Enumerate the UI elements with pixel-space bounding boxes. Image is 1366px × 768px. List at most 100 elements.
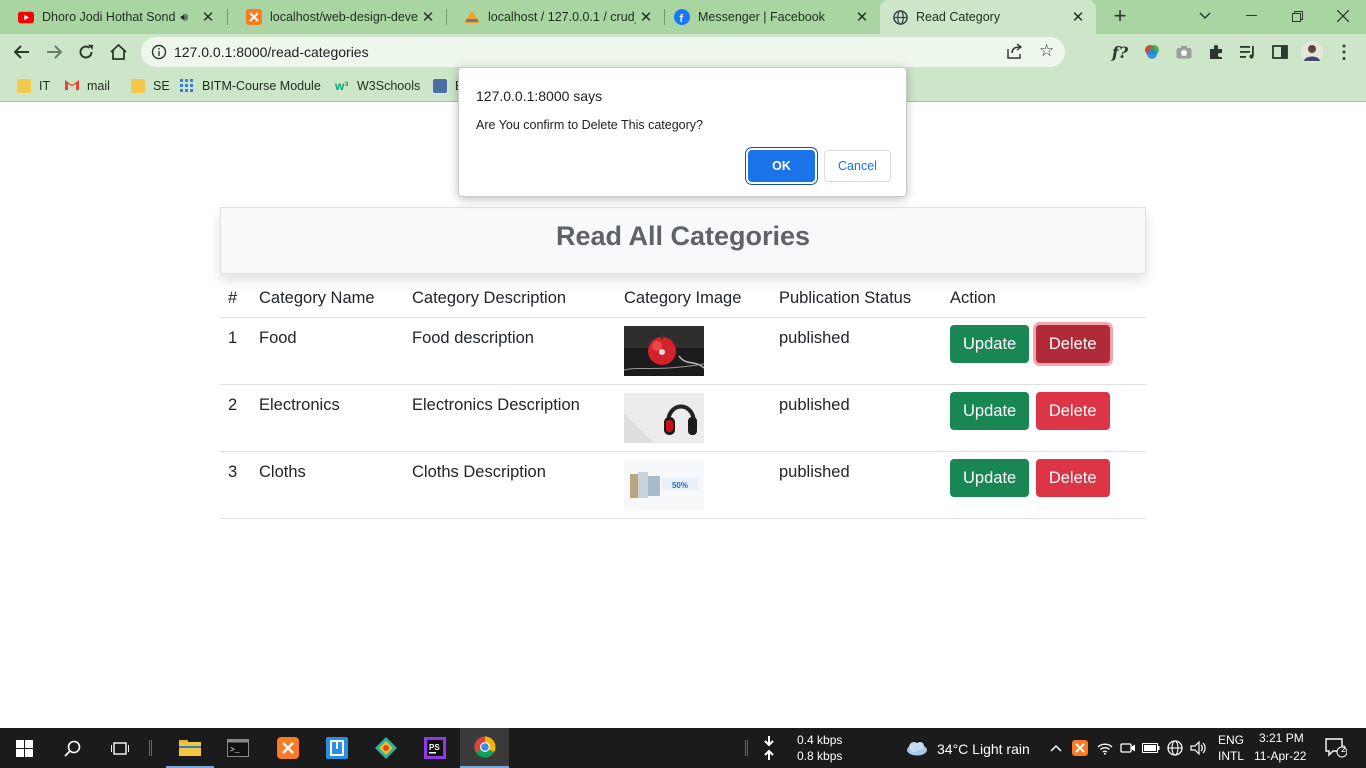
close-tab-icon[interactable]: ✕ — [1068, 8, 1088, 26]
close-tab-icon[interactable]: ✕ — [198, 8, 218, 26]
browser-toolbar: 127.0.0.1:8000/read-categories ☆ f? ⋮ — [0, 34, 1366, 70]
site-info-icon[interactable] — [151, 44, 167, 60]
address-bar[interactable]: 127.0.0.1:8000/read-categories ☆ — [141, 37, 1065, 67]
network-globe-icon[interactable] — [1164, 728, 1186, 768]
bookmark-it[interactable]: IT — [17, 76, 50, 96]
bookmark-label: W3Schools — [357, 79, 421, 93]
gmail-icon — [65, 79, 79, 93]
color-picker-extension-icon[interactable] — [1138, 38, 1166, 66]
meet-now-icon[interactable] — [1118, 728, 1138, 768]
xampp-tray-icon[interactable] — [1070, 728, 1090, 768]
chrome-taskbar-icon[interactable] — [460, 728, 509, 768]
update-button[interactable]: Update — [950, 391, 1030, 430]
row-number: 1 — [220, 317, 251, 385]
bookmark-label: BITM-Course Module — [202, 79, 321, 93]
file-explorer-icon[interactable] — [166, 728, 214, 768]
categories-table: # Category Name Category Description Cat… — [220, 279, 1146, 519]
table-row: 3 Cloths Cloths Description 50% publishe… — [220, 451, 1146, 519]
column-header-description: Category Description — [404, 279, 616, 318]
tab-title: localhost / 127.0.0.1 / crud_c — [488, 10, 636, 24]
weather-text[interactable]: 34°C Light rain — [937, 741, 1030, 757]
url-text[interactable]: 127.0.0.1:8000/read-categories — [174, 44, 369, 60]
svg-text:>_: >_ — [230, 746, 240, 755]
tab-youtube[interactable]: Dhoro Jodi Hothat Sond 🔊︎ ✕ — [0, 0, 226, 34]
facebook-icon: f — [674, 9, 690, 25]
extension-formula-icon[interactable]: f? — [1106, 38, 1134, 66]
bookmark-w3schools[interactable]: w³ W3Schools — [335, 76, 420, 96]
tab-phpmyadmin[interactable]: localhost / 127.0.0.1 / crud_c ✕ — [446, 0, 664, 34]
git-client-icon[interactable] — [362, 728, 410, 768]
table-header-row: # Category Name Category Description Cat… — [220, 279, 1146, 318]
wifi-icon[interactable] — [1095, 728, 1115, 768]
share-icon[interactable] — [1007, 43, 1023, 64]
weather-cloud-icon[interactable] — [904, 728, 930, 768]
extensions-puzzle-icon[interactable] — [1202, 38, 1230, 66]
volume-icon[interactable] — [1188, 728, 1210, 768]
xampp-icon — [246, 9, 262, 25]
update-button[interactable]: Update — [950, 324, 1030, 363]
task-view-icon[interactable] — [96, 728, 144, 768]
close-tab-icon[interactable]: ✕ — [852, 8, 872, 26]
terminal-icon[interactable]: >_ — [214, 728, 262, 768]
profile-avatar[interactable] — [1298, 38, 1326, 66]
tab-title: Read Category — [916, 10, 1001, 24]
table-row: 2 Electronics Electronics Description pu… — [220, 384, 1146, 452]
taskbar-grip — [148, 728, 152, 768]
camera-extension-icon[interactable] — [1170, 38, 1198, 66]
tab-localhost-web-design[interactable]: localhost/web-design-develo ✕ — [228, 0, 446, 34]
notification-center-icon[interactable]: 2 — [1318, 728, 1354, 768]
apple-image — [624, 325, 704, 376]
reload-icon[interactable] — [72, 38, 100, 66]
grid-dots-icon — [180, 79, 194, 93]
windows-start-icon[interactable] — [0, 728, 48, 768]
new-tab-icon[interactable]: + — [1109, 5, 1131, 27]
home-icon[interactable] — [104, 38, 132, 66]
delete-button[interactable]: Delete — [1035, 324, 1110, 363]
bookmark-bitm[interactable]: BITM-Course Module — [180, 76, 321, 96]
battery-icon[interactable] — [1141, 728, 1161, 768]
back-icon[interactable] — [8, 38, 36, 66]
clock-time[interactable]: 3:21 PM — [1259, 731, 1304, 745]
phpstorm-icon[interactable]: PS — [411, 728, 459, 768]
menu-kebab-icon[interactable]: ⋮ — [1330, 38, 1358, 66]
page-title: Read All Categories — [555, 221, 811, 251]
confirm-dialog: 127.0.0.1:8000 says Are You confirm to D… — [458, 67, 907, 197]
dialog-message: Are You confirm to Delete This category? — [476, 118, 703, 132]
side-panel-icon[interactable] — [1266, 38, 1294, 66]
code-editor-icon[interactable] — [313, 728, 361, 768]
close-tab-icon[interactable]: ✕ — [418, 8, 438, 26]
bookmark-label: IT — [39, 79, 51, 93]
ok-button[interactable]: OK — [748, 150, 815, 182]
media-queue-icon[interactable] — [1234, 38, 1262, 66]
bookmark-mail[interactable]: mail — [65, 76, 110, 96]
bookmark-se[interactable]: SE — [131, 76, 170, 96]
folder-icon — [17, 79, 31, 93]
tab-search-chevron-icon[interactable] — [1182, 0, 1228, 32]
speaker-icon[interactable]: 🔊︎ — [180, 10, 188, 25]
chevron-up-icon[interactable] — [1046, 728, 1066, 768]
category-name: Cloths — [251, 451, 404, 519]
restore-icon[interactable] — [1274, 0, 1320, 32]
tab-read-category[interactable]: Read Category ✕ — [880, 0, 1096, 34]
publication-status: published — [771, 317, 942, 385]
forward-icon[interactable] — [40, 38, 68, 66]
language-code[interactable]: ENG — [1218, 733, 1244, 747]
cancel-button[interactable]: Cancel — [824, 150, 891, 182]
keyboard-layout[interactable]: INTL — [1218, 749, 1244, 763]
minimize-icon[interactable] — [1228, 0, 1274, 32]
tab-title: localhost/web-design-develo — [270, 10, 418, 24]
tab-messenger[interactable]: f Messenger | Facebook ✕ — [664, 0, 880, 34]
update-button[interactable]: Update — [950, 458, 1030, 497]
close-tab-icon[interactable]: ✕ — [636, 8, 656, 26]
xampp-taskbar-icon[interactable] — [264, 728, 312, 768]
close-window-icon[interactable] — [1320, 0, 1366, 32]
row-number: 2 — [220, 384, 251, 452]
clock-date[interactable]: 11-Apr-22 — [1254, 749, 1306, 763]
network-upload-speed: 0.8 kbps — [797, 749, 843, 763]
search-icon[interactable] — [48, 728, 96, 768]
column-header-image: Category Image — [616, 279, 771, 318]
bookmark-star-icon[interactable]: ☆ — [1039, 41, 1054, 61]
delete-button[interactable]: Delete — [1035, 391, 1110, 430]
delete-button[interactable]: Delete — [1035, 458, 1110, 497]
column-header-number: # — [220, 279, 251, 318]
